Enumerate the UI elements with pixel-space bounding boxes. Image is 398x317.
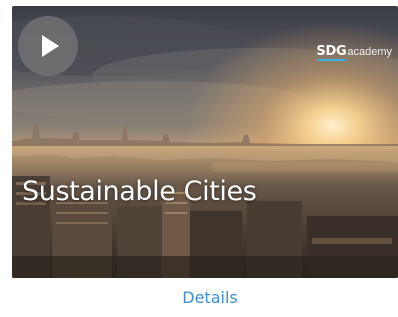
video-title: Sustainable Cities (22, 176, 257, 207)
sdg-academy-logo: SDG academy (316, 44, 392, 66)
video-card: SDG academy Sustainable Cities Details (0, 0, 398, 317)
details-link[interactable]: Details (0, 288, 398, 307)
play-button[interactable] (18, 16, 78, 76)
logo-secondary-text: academy (347, 46, 392, 58)
play-icon (42, 35, 59, 57)
video-thumbnail[interactable]: SDG academy Sustainable Cities (12, 6, 398, 278)
logo-primary-text: SDG (316, 44, 347, 61)
